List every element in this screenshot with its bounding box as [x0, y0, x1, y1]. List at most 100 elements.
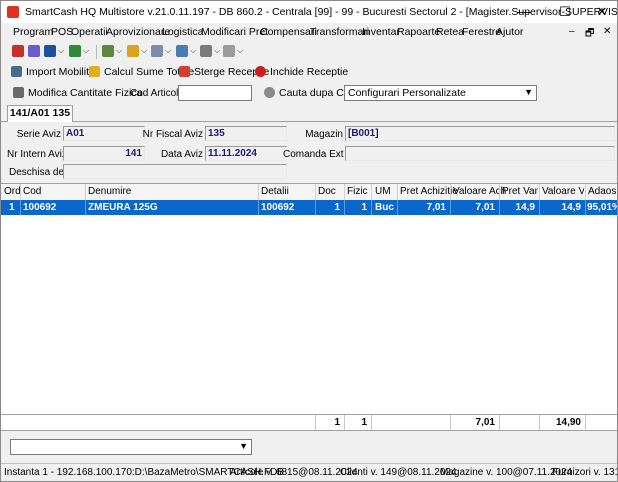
col-detalii[interactable]: Detalii	[261, 186, 289, 197]
maximize-button[interactable]: ☐	[550, 1, 580, 23]
col-pret-vanzare[interactable]: Pret Vanzare	[502, 186, 538, 197]
col-um[interactable]: UM	[375, 186, 391, 197]
cell-cod: 100692	[23, 202, 57, 213]
inchide-receptie-button[interactable]: Inchide Receptie	[255, 66, 348, 78]
col-ord[interactable]: Ord	[4, 186, 21, 197]
chevron-down-icon[interactable]: ⌵	[190, 46, 196, 56]
import-icon	[11, 66, 22, 77]
settings-icon[interactable]	[223, 45, 235, 57]
menu-pos[interactable]: POS	[51, 26, 73, 38]
col-denumire[interactable]: Denumire	[88, 186, 131, 197]
minimize-button[interactable]: —	[509, 1, 539, 23]
menu-modificari-pret[interactable]: Modificari Pret	[201, 26, 268, 38]
status-articole: Articole v. 6815@08.11.2024	[230, 467, 358, 478]
menu-inventar[interactable]: Inventar	[362, 26, 400, 38]
truck-icon[interactable]	[102, 45, 114, 57]
col-fizic[interactable]: Fizic	[347, 186, 368, 197]
config-select[interactable]: Configurari Personalizate ▼	[344, 85, 537, 101]
cell-doc: 1	[334, 202, 340, 213]
globe-icon[interactable]	[176, 45, 188, 57]
nr-intern-aviz-field: 141	[63, 146, 145, 161]
total-valoare-var: 14,90	[555, 417, 581, 428]
cell-um: Buc	[375, 202, 394, 213]
config-select-value: Configurari Personalizate	[348, 87, 466, 99]
close-button[interactable]: ✕	[587, 1, 617, 23]
comanda-ext-label: Comanda Ext	[283, 149, 344, 160]
modifica-cantitate-button[interactable]: Modifica Cantitate Fizica	[13, 87, 142, 99]
menu-logistica[interactable]: Logistica	[162, 26, 203, 38]
title-bar: SmartCash HQ Multistore v.21.0.11.197 - …	[1, 1, 617, 23]
deschisa-de-label: Deschisa de	[9, 167, 65, 178]
cod-articol-input[interactable]	[178, 85, 252, 101]
menu-retea[interactable]: Retea	[436, 26, 464, 38]
calculator-icon	[89, 66, 100, 77]
nr-fiscal-aviz-label: Nr Fiscal Aviz	[142, 129, 203, 140]
serie-aviz-field: A01	[63, 126, 145, 141]
cell-detalii: 100692	[261, 202, 295, 213]
chevron-down-icon[interactable]: ⌵	[141, 46, 147, 56]
items-grid[interactable]: Ord Cod Denumire Detalii Doc Fizic UM Pr…	[1, 183, 617, 414]
table-row[interactable]: 1 100692 ZMEURA 125G 100692 1 1 Buc 7,01…	[1, 200, 617, 215]
chevron-down-icon[interactable]: ⌵	[116, 46, 122, 56]
mdi-close-button[interactable]: ✕	[603, 26, 611, 37]
chevron-down-icon: ▼	[239, 441, 248, 451]
app-icon	[7, 6, 19, 18]
magazin-label: Magazin	[305, 129, 343, 140]
search-icon	[264, 87, 275, 98]
menu-ajutor[interactable]: Ajutor	[496, 26, 523, 38]
menu-operatii[interactable]: Operatii	[71, 26, 108, 38]
total-valoare-ach: 7,01	[475, 417, 495, 428]
chevron-down-icon[interactable]: ⌵	[58, 46, 64, 56]
main-window: SmartCash HQ Multistore v.21.0.11.197 - …	[0, 0, 618, 482]
import-mobility-button[interactable]: Import Mobility	[11, 66, 94, 78]
total-fizic: 1	[361, 417, 367, 428]
serie-aviz-label: Serie Aviz	[16, 129, 61, 140]
col-cod[interactable]: Cod	[23, 186, 41, 197]
comanda-ext-field	[345, 146, 615, 161]
chevron-down-icon[interactable]: ⌵	[237, 46, 243, 56]
cell-adaos: 95,01%	[587, 202, 618, 213]
mdi-restore-button[interactable]: 🗗	[585, 26, 594, 43]
toolbar-separator	[96, 45, 97, 59]
status-bar: Instanta 1 - 192.168.100.170:D:\BazaMetr…	[1, 463, 617, 481]
menu-bar: Program POS Operatii Aprovizionare Logis…	[1, 23, 617, 41]
edit-icon	[13, 87, 24, 98]
print-icon[interactable]	[200, 45, 212, 57]
magazin-field: [B001]	[345, 126, 615, 141]
nr-fiscal-aviz-field: 135	[205, 126, 287, 141]
chevron-down-icon: ▼	[524, 87, 533, 97]
config-icon[interactable]	[28, 45, 40, 57]
search-bar: Modifica Cantitate Fizica Cod Articol Ca…	[1, 84, 617, 104]
bottom-select[interactable]: ▼	[10, 439, 252, 455]
data-aviz-field: 11.11.2024	[205, 146, 287, 161]
close-circle-icon	[255, 66, 266, 77]
menu-rapoarte[interactable]: Rapoarte	[397, 26, 440, 38]
chevron-down-icon[interactable]: ⌵	[214, 46, 220, 56]
chevron-down-icon[interactable]: ⌵	[165, 46, 171, 56]
exit-icon[interactable]	[12, 45, 24, 57]
col-doc[interactable]: Doc	[318, 186, 336, 197]
users-icon[interactable]	[44, 45, 56, 57]
chevron-down-icon[interactable]: ⌵	[83, 46, 89, 56]
cell-valoare-var: 14,9	[561, 202, 581, 213]
deschisa-de-field	[63, 164, 287, 179]
col-adaos[interactable]: Adaos	[588, 186, 616, 197]
delete-icon	[179, 66, 190, 77]
cell-fizic: 1	[361, 202, 367, 213]
menu-aprovizionare[interactable]: Aprovizionare	[106, 26, 170, 38]
document-tabs: 141/A01 135	[1, 105, 617, 122]
cell-ord: 1	[9, 202, 15, 213]
cell-denumire: ZMEURA 125G	[88, 202, 158, 213]
mdi-minimize-button[interactable]: –	[569, 26, 575, 37]
col-valoare-var[interactable]: Valoare Var	[542, 186, 584, 197]
tab-document[interactable]: 141/A01 135	[7, 105, 73, 122]
box-icon[interactable]	[127, 45, 139, 57]
menu-transformari[interactable]: Transformari	[310, 26, 369, 38]
nr-intern-aviz-label: Nr Intern Aviz	[7, 149, 67, 160]
menu-compensari[interactable]: Compensari	[260, 26, 317, 38]
document-icon[interactable]	[151, 45, 163, 57]
cauta-dupa-cod-button[interactable]: Cauta dupa Cod	[264, 87, 355, 99]
cell-valoare-ach: 7,01	[475, 202, 495, 213]
menu-program[interactable]: Program	[13, 26, 53, 38]
network-icon[interactable]	[69, 45, 81, 57]
